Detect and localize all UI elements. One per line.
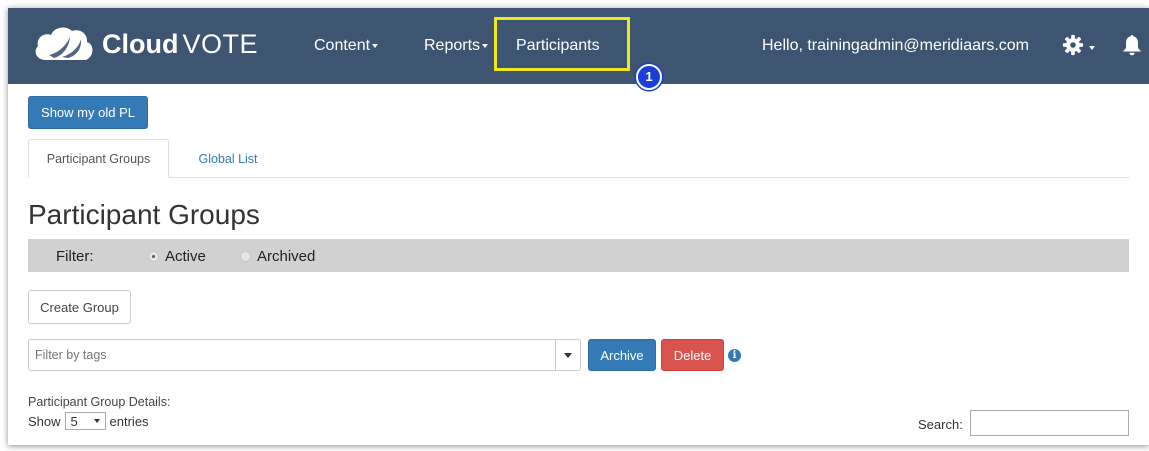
tab-participant-groups[interactable]: Participant Groups: [28, 139, 169, 178]
notifications-button[interactable]: [1122, 34, 1142, 61]
search-input[interactable]: [970, 410, 1129, 436]
top-navbar: Cloud VOTE Content Reports Participants …: [8, 8, 1149, 84]
search-label: Search:: [918, 417, 963, 432]
brand-name-light: VOTE: [182, 28, 258, 59]
show-label: Show: [28, 413, 61, 429]
filter-active-label: Active: [165, 248, 206, 265]
nav-reports-label: Reports: [424, 37, 481, 54]
brand-name-bold: Cloud: [102, 28, 179, 59]
chevron-down-icon: [372, 43, 379, 48]
tags-filter-select[interactable]: Filter by tags: [28, 339, 581, 371]
tags-filter-placeholder: Filter by tags: [35, 348, 107, 362]
entries-per-page-select[interactable]: 5: [64, 412, 106, 430]
entries-value: 5: [70, 413, 78, 429]
chevron-down-icon: [482, 43, 489, 48]
entries-label: entries: [109, 413, 149, 429]
app-window: Cloud VOTE Content Reports Participants …: [8, 8, 1149, 445]
tutorial-highlight-box: [494, 17, 630, 71]
create-group-button[interactable]: Create Group: [28, 290, 131, 324]
nav-reports-menu[interactable]: Reports: [424, 37, 489, 55]
brand-logo[interactable]: Cloud VOTE: [32, 22, 258, 66]
tab-participant-groups-label: Participant Groups: [46, 151, 151, 166]
info-icon[interactable]: i: [728, 349, 741, 362]
screenshot: Cloud VOTE Content Reports Participants …: [0, 0, 1149, 451]
filter-bar: Filter: Active Archived: [28, 239, 1129, 272]
radio-unchecked-icon: [240, 251, 251, 262]
tab-global-list[interactable]: Global List: [173, 139, 283, 178]
delete-button[interactable]: Delete: [661, 339, 724, 371]
select-divider: [555, 340, 556, 370]
show-old-pl-button[interactable]: Show my old PL: [28, 96, 148, 129]
bell-icon: [1122, 35, 1142, 60]
radio-checked-icon: [148, 251, 159, 262]
step-number-badge: 1: [636, 64, 662, 90]
page-title: Participant Groups: [28, 199, 260, 230]
filter-label: Filter:: [56, 248, 94, 265]
entries-control: Show 5 entries: [28, 412, 149, 430]
chevron-down-icon: [1089, 45, 1095, 50]
group-details-label: Participant Group Details:: [28, 395, 171, 409]
nav-content-label: Content: [314, 37, 371, 54]
filter-archived-label: Archived: [257, 248, 316, 265]
nav-content-menu[interactable]: Content: [314, 37, 379, 55]
chevron-down-icon[interactable]: [564, 353, 572, 358]
chevron-down-icon: [93, 419, 100, 423]
gear-icon: [1062, 34, 1084, 61]
settings-menu[interactable]: [1062, 34, 1095, 61]
filter-archived-radio[interactable]: Archived: [240, 248, 315, 265]
user-greeting[interactable]: Hello, trainingadmin@meridiaars.com: [762, 37, 1029, 55]
cloud-icon: [32, 24, 96, 64]
tab-global-list-label: Global List: [198, 151, 258, 166]
filter-active-radio[interactable]: Active: [148, 248, 206, 265]
archive-button[interactable]: Archive: [588, 339, 656, 371]
